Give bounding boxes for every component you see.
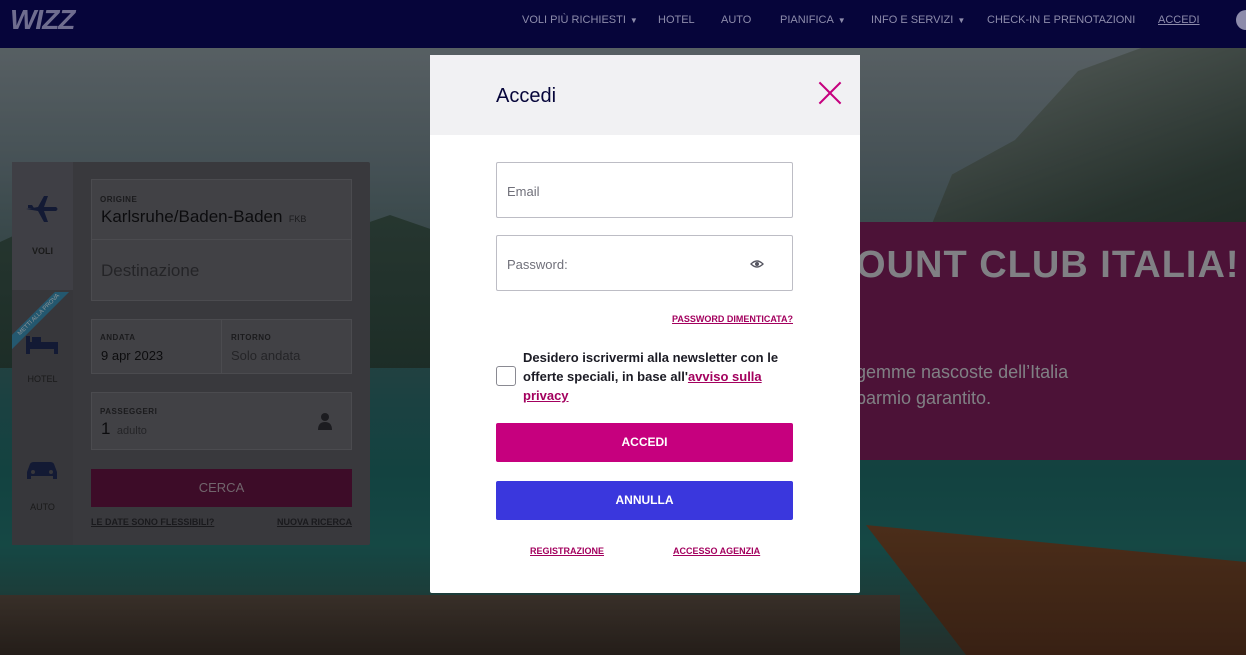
nav-label: CHECK-IN E PRENOTAZIONI xyxy=(987,14,1136,26)
password-field[interactable]: Password: xyxy=(496,235,793,291)
flight-search-panel: VOLI HOTEL AUTO METTI ALLA PROVA ORIGINE… xyxy=(12,162,370,545)
background-boat xyxy=(866,525,1246,655)
eye-icon[interactable] xyxy=(750,257,764,271)
search-type-tabs: VOLI HOTEL AUTO METTI ALLA PROVA xyxy=(12,162,73,545)
passengers-field[interactable]: PASSEGGERI 1 adulto xyxy=(91,392,352,450)
route-fields: ORIGINE Karlsruhe/Baden-Baden FKB Destin… xyxy=(91,179,352,301)
nav-info-e-servizi[interactable]: INFO E SERVIZI ▼ xyxy=(871,14,965,26)
agency-login-link[interactable]: ACCESSO AGENZIA xyxy=(673,546,760,556)
nav-label: INFO E SERVIZI xyxy=(871,14,954,26)
nav-accedi[interactable]: ACCEDI xyxy=(1158,14,1200,26)
cancel-button[interactable]: ANNULLA xyxy=(496,481,793,520)
departure-date-field[interactable]: ANDATA 9 apr 2023 xyxy=(92,320,222,373)
language-flag-icon[interactable] xyxy=(1236,10,1246,30)
nav-voli-piu-richiesti[interactable]: VOLI PIÙ RICHIESTI ▼ xyxy=(522,14,638,26)
nav-hotel[interactable]: HOTEL xyxy=(658,14,695,26)
origin-code: FKB xyxy=(288,214,307,224)
chevron-down-icon: ▼ xyxy=(957,16,966,25)
nav-pianifica[interactable]: PIANIFICA ▼ xyxy=(780,14,846,26)
tab-label: HOTEL xyxy=(27,374,58,384)
person-icon xyxy=(318,413,332,430)
nav-check-in[interactable]: CHECK-IN E PRENOTAZIONI xyxy=(987,14,1135,26)
origin-value-row: Karlsruhe/Baden-Baden FKB xyxy=(101,207,306,227)
hotel-promo-ribbon: METTI ALLA PROVA xyxy=(12,292,73,352)
nav-auto[interactable]: AUTO xyxy=(721,14,751,26)
modal-header: Accedi xyxy=(430,55,860,135)
top-navigation: WIZZ VOLI PIÙ RICHIESTI ▼ HOTEL AUTO PIAN… xyxy=(0,0,1246,48)
background-dock xyxy=(0,595,900,655)
promo-line-1: gemme nascoste dell’Italia xyxy=(856,362,1069,382)
nav-label: PIANIFICA xyxy=(780,14,834,26)
promo-line-2: parmio garantito. xyxy=(856,388,992,408)
wizz-logo[interactable]: WIZZ xyxy=(10,4,75,36)
new-search-link[interactable]: NUOVA RICERCA xyxy=(277,517,352,527)
email-placeholder: Email xyxy=(507,184,540,199)
chevron-down-icon: ▼ xyxy=(837,16,846,25)
origin-value: Karlsruhe/Baden-Baden xyxy=(101,207,283,226)
email-field[interactable]: Email xyxy=(496,162,793,218)
flexible-dates-link[interactable]: LE DATE SONO FLESSIBILI? xyxy=(91,517,214,527)
departure-value: 9 apr 2023 xyxy=(101,348,164,363)
passengers-count: 1 xyxy=(101,419,111,438)
modal-title: Accedi xyxy=(496,85,557,107)
forgot-password-link[interactable]: PASSWORD DIMENTICATA? xyxy=(672,314,793,324)
car-icon xyxy=(27,462,57,479)
promo-title: OUNT CLUB ITALIA! xyxy=(856,244,1240,286)
departure-label: ANDATA xyxy=(100,333,136,342)
newsletter-consent-text: Desidero iscrivermi alla newsletter con … xyxy=(523,348,798,405)
ribbon-label: METTI ALLA PROVA xyxy=(12,292,73,351)
passengers-value-row: 1 adulto xyxy=(101,419,147,439)
passengers-unit: adulto xyxy=(116,425,147,437)
nav-label: AUTO xyxy=(721,14,752,26)
destination-placeholder: Destinazione xyxy=(101,261,200,280)
search-button[interactable]: CERCA xyxy=(91,469,352,507)
nav-label: ACCEDI xyxy=(1158,14,1200,26)
plane-icon xyxy=(26,196,58,222)
date-fields: ANDATA 9 apr 2023 RITORNO Solo andata xyxy=(91,319,352,374)
newsletter-checkbox[interactable] xyxy=(496,366,516,386)
tab-auto[interactable]: AUTO xyxy=(12,418,73,546)
tab-voli[interactable]: VOLI xyxy=(12,162,73,290)
chevron-down-icon: ▼ xyxy=(629,16,638,25)
nav-label: HOTEL xyxy=(658,14,695,26)
passengers-label: PASSEGGERI xyxy=(100,407,158,416)
return-date-field[interactable]: RITORNO Solo andata xyxy=(223,320,351,373)
nav-label: VOLI PIÙ RICHIESTI xyxy=(522,14,626,26)
password-placeholder: Password: xyxy=(507,257,568,272)
origin-field[interactable]: ORIGINE Karlsruhe/Baden-Baden FKB xyxy=(92,180,351,240)
origin-label: ORIGINE xyxy=(100,195,138,204)
register-link[interactable]: REGISTRAZIONE xyxy=(530,546,604,556)
return-label: RITORNO xyxy=(231,333,272,342)
return-value: Solo andata xyxy=(231,348,301,363)
close-icon[interactable] xyxy=(818,81,842,105)
promo-banner[interactable]: OUNT CLUB ITALIA! gemme nascoste dell’It… xyxy=(856,222,1246,460)
tab-label: VOLI xyxy=(31,246,53,256)
tab-label: AUTO xyxy=(30,502,55,512)
destination-field[interactable]: Destinazione xyxy=(92,241,351,301)
login-modal: Accedi Email Password: PASSWORD DIMENTIC… xyxy=(430,55,860,593)
login-button[interactable]: ACCEDI xyxy=(496,423,793,462)
